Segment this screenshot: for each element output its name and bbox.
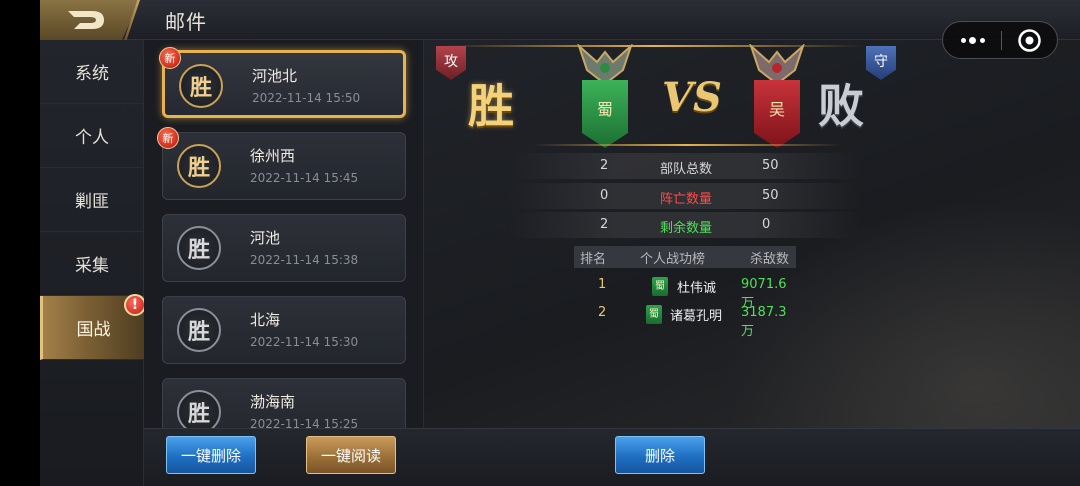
ranking-header: 排名 个人战功榜 杀敌数	[574, 246, 796, 268]
stat-label: 部队总数	[660, 162, 713, 177]
miniprogram-capsule	[942, 21, 1058, 59]
victory-badge-icon: 胜	[177, 226, 221, 270]
mail-item[interactable]: 胜 渤海南 2022-11-14 15:25	[162, 378, 406, 428]
defender-value: 50	[762, 188, 779, 203]
alert-icon: !	[124, 294, 146, 316]
mail-location: 徐州西	[250, 147, 296, 165]
defender-result: 败	[818, 79, 864, 133]
new-badge: 新	[157, 127, 179, 149]
stat-row-total: 2 部队总数 50	[510, 153, 860, 179]
attacker-helmet-icon	[577, 44, 633, 86]
stat-label: 阵亡数量	[660, 192, 713, 207]
read-all-button[interactable]: 一键阅读	[306, 436, 396, 474]
name-column-header: 个人战功榜	[640, 252, 706, 267]
mail-time: 2022-11-14 15:30	[250, 335, 359, 349]
delete-all-button[interactable]: 一键删除	[166, 436, 256, 474]
ranking-row: 1 蜀 杜伟诚 9071.6万	[574, 275, 796, 311]
defender-faction-banner: 吴	[754, 80, 800, 148]
stat-row-remaining: 2 剩余数量 0	[510, 212, 860, 238]
stat-row-dead: 0 阵亡数量 50	[510, 183, 860, 209]
back-button[interactable]	[40, 0, 140, 40]
mail-item[interactable]: 新 胜 徐州西 2022-11-14 15:45	[157, 127, 406, 200]
victory-badge-icon: 胜	[177, 390, 221, 428]
defend-shield-icon: 守	[866, 46, 896, 80]
victory-badge-icon: 胜	[177, 144, 221, 188]
mail-location: 河池北	[252, 67, 298, 85]
stat-label: 剩余数量	[660, 221, 713, 236]
mail-time: 2022-11-14 15:45	[250, 171, 359, 185]
nav-label: 剿匪	[75, 192, 109, 212]
back-logo-icon	[68, 11, 104, 29]
player-name: 诸葛孔明	[670, 309, 723, 324]
mail-time: 2022-11-14 15:25	[250, 417, 359, 428]
faction-flag-icon: 蜀	[646, 305, 662, 324]
nav-item-system[interactable]: 系统	[40, 40, 144, 104]
mail-location: 渤海南	[250, 393, 296, 411]
attacker-faction-banner: 蜀	[582, 80, 628, 148]
attack-shield-icon: 攻	[436, 46, 466, 80]
mail-list[interactable]: 新 胜 河池北 2022-11-14 15:50 新 胜 徐州西 2022-11…	[144, 40, 424, 428]
ranking-row: 2 蜀 诸葛孔明 3187.3万	[574, 303, 796, 339]
mail-window: 邮件 系统 个人 剿匪 采集 国战 ! 新 胜 河池北 2022-11-14 1…	[40, 0, 1080, 486]
attacker-result: 胜	[468, 79, 514, 133]
victory-badge-icon: 胜	[179, 64, 223, 108]
victory-badge-icon: 胜	[177, 308, 221, 352]
mail-location: 北海	[250, 311, 281, 329]
nav-label: 系统	[75, 64, 109, 84]
mail-item[interactable]: 胜 北海 2022-11-14 15:30	[162, 296, 406, 364]
faction-flag-icon: 蜀	[652, 277, 668, 296]
nav-item-personal[interactable]: 个人	[40, 104, 144, 168]
nav-item-bandit[interactable]: 剿匪	[40, 168, 144, 232]
title-bar: 邮件	[40, 0, 1080, 40]
mail-item[interactable]: 新 胜 河池北 2022-11-14 15:50	[159, 47, 406, 118]
divider-line	[532, 144, 842, 146]
nav-label: 国战	[76, 320, 111, 340]
mail-item[interactable]: 胜 河池 2022-11-14 15:38	[162, 214, 406, 282]
mail-time: 2022-11-14 15:38	[250, 253, 359, 267]
attacker-value: 0	[600, 188, 609, 203]
attacker-value: 2	[600, 158, 609, 173]
attacker-value: 2	[600, 217, 609, 232]
battle-report: 攻 守 胜 败 VS 蜀 吴 2 部队总数 50 0 阵亡数量 50 2 剩余数…	[424, 40, 1080, 428]
nav-label: 采集	[75, 256, 109, 276]
more-menu-icon[interactable]	[957, 30, 997, 50]
close-target-icon[interactable]	[1017, 28, 1042, 53]
rank-number: 1	[598, 277, 607, 292]
rank-number: 2	[598, 305, 607, 320]
defender-helmet-icon	[749, 44, 805, 86]
defender-value: 0	[762, 217, 771, 232]
rank-column-header: 排名	[580, 252, 607, 267]
defender-value: 50	[762, 158, 779, 173]
player-name: 杜伟诚	[677, 281, 717, 296]
kill-count: 3187.3万	[741, 305, 787, 339]
mail-time: 2022-11-14 15:50	[252, 91, 361, 105]
nav-item-nation-war[interactable]: 国战 !	[40, 294, 146, 360]
capsule-divider	[1001, 31, 1002, 50]
delete-button[interactable]: 删除	[615, 436, 705, 474]
mail-location: 河池	[250, 229, 281, 247]
new-badge: 新	[159, 47, 181, 69]
versus-label: VS	[662, 74, 722, 121]
nav-item-gather[interactable]: 采集	[40, 232, 144, 296]
action-bar: 一键删除 一键阅读 删除	[144, 428, 1080, 486]
page-title: 邮件	[165, 10, 207, 34]
nav-label: 个人	[75, 128, 109, 148]
category-nav: 系统 个人 剿匪 采集 国战 !	[40, 40, 146, 486]
kills-column-header: 杀敌数	[750, 252, 790, 267]
